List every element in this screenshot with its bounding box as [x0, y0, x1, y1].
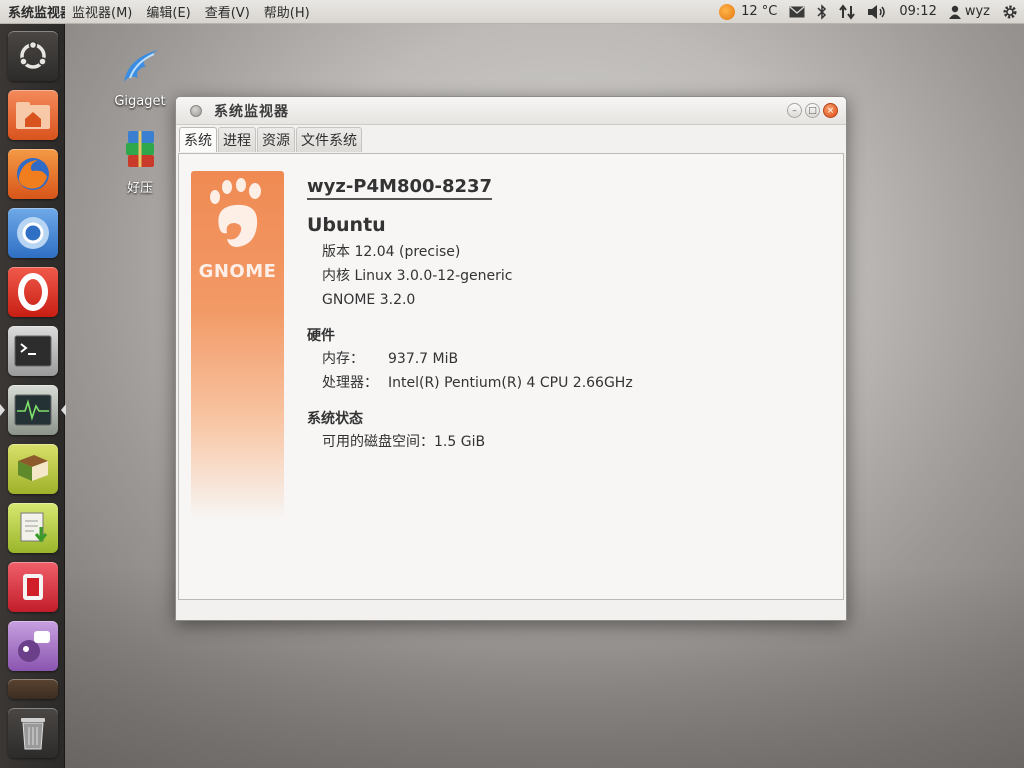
mail-icon[interactable] — [783, 5, 811, 18]
trash-launcher[interactable] — [8, 708, 58, 758]
tab-processes[interactable]: 进程 — [218, 127, 256, 152]
pidgin-launcher[interactable] — [8, 621, 58, 671]
system-tab-panel: GNOME wyz-P4M800-8237 Ubuntu 版本 12.04 (p… — [178, 153, 844, 600]
cpu-value: Intel(R) Pentium(R) 4 CPU 2.66GHz — [388, 375, 633, 391]
system-monitor-window: 系统监视器 – □ × 系统 进程 资源 文件系统 GNOME wyz-P4M8… — [175, 96, 847, 621]
cpu-label: 处理器： — [322, 375, 378, 391]
gnome-version: GNOME 3.2.0 — [322, 292, 416, 308]
system-monitor-launcher[interactable] — [0, 385, 66, 435]
top-panel: 系统监视器 监视器(M) 编辑(E) 查看(V) 帮助(H) 12 °C 09:… — [0, 0, 1024, 24]
home-folder-icon — [16, 102, 50, 129]
user-menu[interactable]: wyz — [943, 4, 996, 19]
launcher — [0, 24, 66, 768]
hardware-heading: 硬件 — [307, 328, 335, 344]
memory-row: 内存： 937.7 MiB — [322, 347, 633, 371]
memory-label: 内存： — [322, 351, 364, 367]
software-updater-launcher[interactable] — [8, 503, 58, 553]
weather-indicator[interactable]: 12 °C — [713, 3, 783, 20]
session-gear-icon[interactable] — [996, 4, 1024, 20]
tab-resources[interactable]: 资源 — [257, 127, 295, 152]
maximize-button[interactable]: □ — [805, 103, 820, 118]
minimize-button[interactable]: – — [787, 103, 802, 118]
window-menu-icon[interactable] — [190, 104, 202, 117]
opera-launcher[interactable] — [8, 267, 58, 317]
system-monitor-icon — [14, 394, 52, 426]
firefox-launcher[interactable] — [8, 149, 58, 199]
user-icon — [948, 5, 961, 19]
dash-home-button[interactable] — [8, 31, 58, 81]
startup-disk-launcher[interactable] — [8, 562, 58, 612]
desktop-icon-label: 好压 — [126, 181, 153, 196]
update-icon — [20, 512, 48, 543]
menu-help[interactable]: 帮助(H) — [257, 2, 317, 21]
gigaget-icon — [116, 44, 164, 92]
terminal-icon — [14, 335, 52, 367]
tab-bar: 系统 进程 资源 文件系统 — [176, 125, 846, 152]
kernel-version: 内核 Linux 3.0.0-12-generic — [322, 268, 513, 284]
dictionary-launcher[interactable] — [8, 444, 58, 494]
clock[interactable]: 09:12 — [893, 4, 942, 19]
pidgin-icon — [18, 631, 50, 662]
chromium-icon — [17, 217, 49, 249]
switch-icon — [23, 574, 43, 600]
gnome-logo-text: GNOME — [198, 261, 277, 282]
gnome-foot-icon — [210, 178, 261, 247]
cpu-row: 处理器： Intel(R) Pentium(R) 4 CPU 2.66GHz — [322, 371, 633, 395]
home-folder-launcher[interactable] — [8, 90, 58, 140]
launcher-overflow[interactable] — [8, 679, 58, 699]
desktop-icon-haozip[interactable]: 好压 — [105, 127, 175, 196]
tab-filesystems[interactable]: 文件系统 — [296, 127, 362, 152]
hostname[interactable]: wyz-P4M800-8237 — [307, 176, 493, 200]
book-icon — [18, 455, 48, 481]
disk-space-value: 1.5 GiB — [434, 434, 486, 450]
os-name: Ubuntu — [307, 214, 386, 236]
menu-view[interactable]: 查看(V) — [198, 2, 257, 21]
ubuntu-logo-icon — [19, 41, 47, 69]
close-button[interactable]: × — [823, 103, 838, 118]
network-icon[interactable] — [833, 3, 861, 20]
window-title: 系统监视器 — [214, 103, 289, 120]
haozip-icon — [116, 127, 164, 175]
os-version: 版本 12.04 (precise) — [322, 244, 461, 260]
gnome-banner: GNOME — [191, 171, 284, 521]
active-app-title: 系统监视器 — [8, 6, 65, 21]
menu-monitor[interactable]: 监视器(M) — [65, 2, 139, 21]
window-titlebar[interactable]: 系统监视器 – □ × — [176, 97, 846, 125]
memory-value: 937.7 MiB — [388, 351, 459, 367]
window-controls: – □ × — [787, 103, 838, 118]
user-name: wyz — [964, 4, 990, 19]
trash-icon — [21, 718, 45, 750]
tab-system[interactable]: 系统 — [179, 127, 217, 152]
disk-space-label: 可用的磁盘空间： — [322, 434, 434, 450]
temperature-text: 12 °C — [741, 4, 778, 19]
chromium-launcher[interactable] — [8, 208, 58, 258]
bluetooth-icon[interactable] — [811, 3, 833, 20]
volume-icon[interactable] — [861, 4, 893, 20]
desktop-icon-gigaget[interactable]: Gigaget — [105, 44, 175, 109]
disk-space-row: 可用的磁盘空间： 1.5 GiB — [322, 430, 633, 454]
desktop-icon-label: Gigaget — [114, 94, 166, 109]
menu-edit[interactable]: 编辑(E) — [139, 2, 197, 21]
system-status-heading: 系统状态 — [307, 411, 363, 427]
firefox-icon — [17, 158, 49, 190]
opera-icon — [18, 273, 48, 311]
indicator-area: 12 °C 09:12 wyz — [713, 0, 1024, 24]
terminal-launcher[interactable] — [8, 326, 58, 376]
weather-sun-icon — [719, 3, 736, 20]
system-info: wyz-P4M800-8237 Ubuntu 版本 12.04 (precise… — [307, 176, 633, 454]
